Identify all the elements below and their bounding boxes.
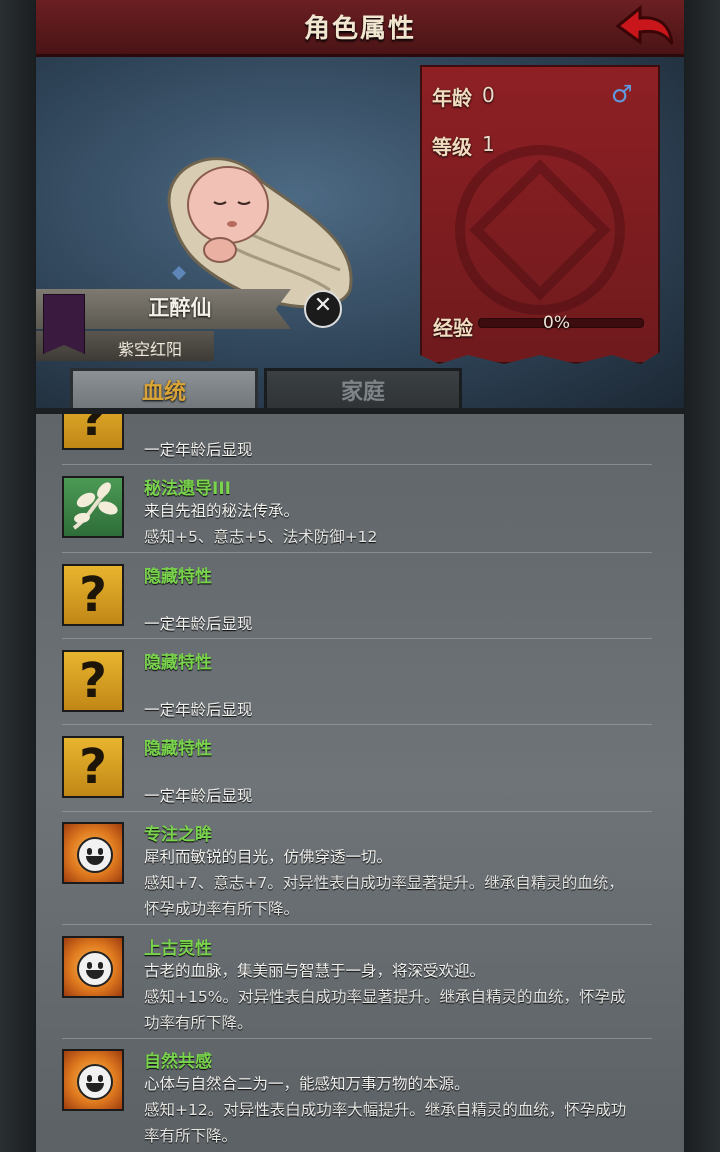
divider xyxy=(62,811,652,812)
clan-flag-icon xyxy=(43,294,85,354)
character-name: 正醉仙 xyxy=(148,296,212,320)
trait-description: 来自先祖的秘法传承。 xyxy=(144,502,300,520)
tab-bar: 血统 家庭 xyxy=(36,362,684,415)
xp-value: 0% xyxy=(543,313,570,333)
trait-name: 秘法遗导III xyxy=(144,479,231,499)
divider xyxy=(62,638,652,639)
divider xyxy=(62,464,652,465)
trait-effect: 感知+5、意志+5、法术防御+12 xyxy=(144,528,378,546)
right-border xyxy=(684,0,720,1152)
smiley-sun-icon xyxy=(62,936,124,998)
trait-name: 隐藏特性 xyxy=(144,567,212,587)
back-arrow-icon xyxy=(615,4,674,45)
trait-description: 古老的血脉，集美丽与智慧于一身，将深受欢迎。 xyxy=(144,962,486,980)
trait-effect: 感知+7、意志+7。对异性表白成功率显著提升。继承自精灵的血统， xyxy=(144,874,624,892)
trait-effect: 感知+12。对异性表白成功率大幅提升。继承自精灵的血统，怀孕成功 xyxy=(144,1101,627,1119)
trait-name: 隐藏特性 xyxy=(144,739,212,759)
question-icon: ? xyxy=(62,650,124,712)
trait-description: 心体与自然合二为一，能感知万事万物的本源。 xyxy=(144,1075,470,1093)
question-icon: ? xyxy=(62,564,124,626)
smiley-sun-icon xyxy=(62,1049,124,1111)
trait-description: 一定年龄后显现 xyxy=(144,701,253,719)
trait-description: 犀利而敏锐的目光，仿佛穿透一切。 xyxy=(144,848,393,866)
close-button[interactable]: ✕ xyxy=(304,290,342,328)
level-label: 等级 xyxy=(432,135,472,159)
trait-effect-cont: 率有所下降。 xyxy=(144,1127,238,1145)
trait-name: 专注之眸 xyxy=(144,825,212,845)
smiley-face xyxy=(77,837,113,873)
close-icon: ✕ xyxy=(313,293,333,318)
trait-description: 一定年龄后显现 xyxy=(144,787,253,805)
page-title: 角色属性 xyxy=(303,14,416,44)
level-value: 1 xyxy=(482,132,495,156)
trait-effect-cont: 怀孕成功率有所下降。 xyxy=(144,900,300,918)
smiley-sun-icon xyxy=(62,822,124,884)
divider xyxy=(62,1038,652,1039)
trait-description: 一定年龄后显现 xyxy=(144,615,253,633)
trait-effect-cont: 功率有所下降。 xyxy=(144,1014,253,1032)
smiley-face xyxy=(77,1064,113,1100)
divider xyxy=(62,552,652,553)
age-label: 年龄 xyxy=(432,86,472,110)
divider xyxy=(62,724,652,725)
male-gender-icon: ♂ xyxy=(611,80,633,108)
header-bar: 角色属性 xyxy=(36,0,684,57)
back-button[interactable] xyxy=(614,4,676,50)
question-icon: ? xyxy=(62,414,124,450)
trait-list[interactable]: ? 一定年龄后显现 秘法遗导III 来自先祖的秘法传承。 感知+5、意志+5、法… xyxy=(36,414,684,1152)
divider xyxy=(62,924,652,925)
trait-name: 隐藏特性 xyxy=(144,653,212,673)
trait-name: 自然共感 xyxy=(144,1052,212,1072)
question-icon: ? xyxy=(62,736,124,798)
trait-effect: 感知+15%。对异性表白成功率显著提升。继承自精灵的血统，怀孕成 xyxy=(144,988,626,1006)
age-value: 0 xyxy=(482,83,495,107)
xp-label: 经验 xyxy=(433,316,473,340)
smiley-face xyxy=(77,951,113,987)
trait-name: 上古灵性 xyxy=(144,939,212,959)
character-title: 紫空红阳 xyxy=(117,340,182,359)
left-border xyxy=(0,0,36,1152)
trait-description: 一定年龄后显现 xyxy=(144,441,253,459)
leaf-icon xyxy=(62,476,124,538)
